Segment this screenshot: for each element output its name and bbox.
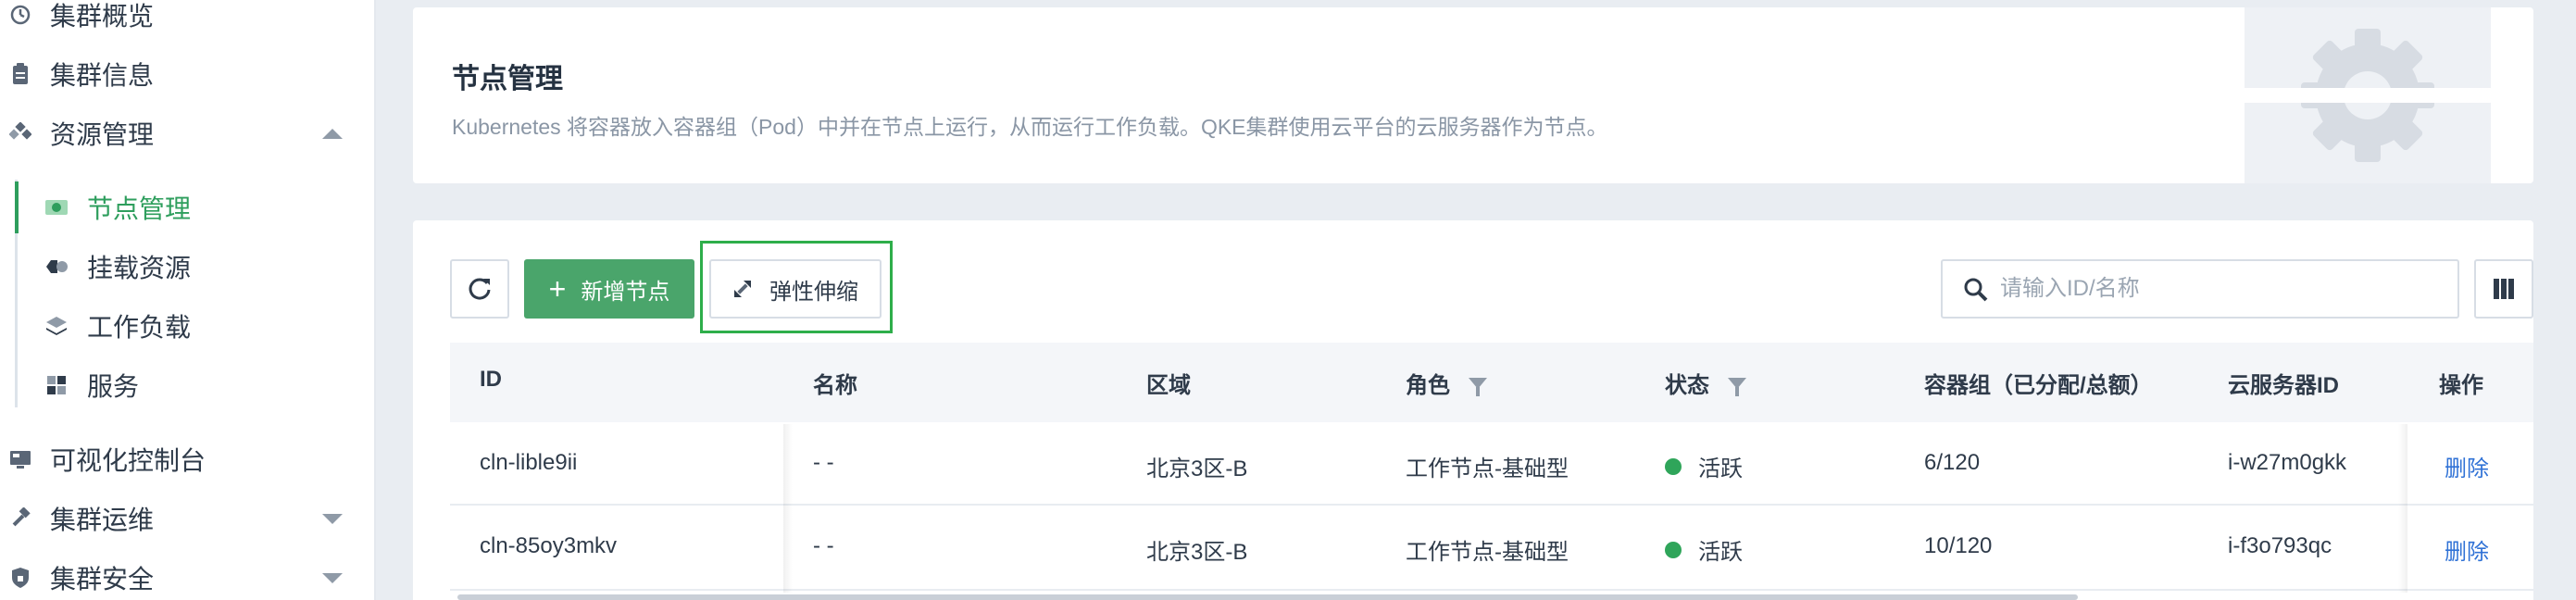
sidebar-item-workloads[interactable]: 工作负载: [0, 298, 374, 354]
sidebar-item-security[interactable]: 集群安全: [0, 550, 374, 600]
column-header-label: 区域: [1146, 373, 1191, 398]
sidebar-item-ops[interactable]: 集群运维: [0, 491, 374, 546]
column-header-label: ID: [480, 367, 502, 392]
columns-icon: [2494, 279, 2514, 299]
sidebar-item-label: 节点管理: [87, 194, 192, 223]
column-header-label: 操作: [2439, 373, 2483, 398]
hammer-icon: [7, 506, 33, 531]
search-input[interactable]: [2000, 270, 2445, 307]
cell-id[interactable]: cln-lible9ii: [480, 450, 577, 476]
cell-instance[interactable]: i-w27m0gkk: [2228, 450, 2346, 476]
sidebar-item-label: 工作负载: [87, 313, 192, 342]
sidebar-item-label: 可视化控制台: [50, 446, 206, 475]
cell-zone: 北京3区-B: [1146, 540, 1248, 565]
column-header-actions: 操作: [2439, 367, 2483, 399]
add-node-button[interactable]: + 新增节点: [524, 259, 694, 319]
sidebar-item-overview[interactable]: 集群概览: [0, 0, 374, 43]
search-icon: [1963, 277, 1989, 307]
sidebar-item-label: 集群运维: [50, 506, 155, 534]
scale-icon: [732, 279, 753, 299]
cell-status: 活跃: [1665, 450, 1743, 482]
refresh-button[interactable]: [450, 259, 509, 319]
shield-icon: [7, 565, 33, 591]
cell-name: - -: [813, 533, 834, 558]
table-header: [450, 343, 2533, 422]
sidebar-item-label: 服务: [87, 372, 140, 401]
page-title: 节点管理: [452, 64, 563, 94]
plus-icon: +: [548, 272, 567, 306]
chevron-up-icon: [322, 128, 343, 139]
layers-icon: [44, 314, 69, 338]
sidebar-item-cluster-info[interactable]: 集群信息: [0, 46, 374, 102]
column-header-label: 角色: [1406, 373, 1450, 398]
cell-pods: 6/120: [1924, 450, 1981, 475]
cell-role: 工作节点-基础型: [1406, 456, 1569, 481]
sidebar-item-label: 集群信息: [50, 61, 155, 90]
status-label: 活跃: [1698, 456, 1743, 481]
header-illustration-divider: [2245, 88, 2491, 103]
column-header-label: 状态: [1665, 373, 1709, 398]
refresh-icon: [469, 278, 491, 300]
sidebar-item-label: 集群概览: [50, 2, 155, 31]
column-header-label: 云服务器ID: [2228, 373, 2339, 398]
column-header-name: 名称: [813, 367, 857, 399]
column-header-label: 容器组（已分配/总额）: [1924, 373, 2153, 398]
clipboard-icon: [7, 61, 33, 87]
chevron-down-icon: [322, 572, 343, 583]
sidebar-item-label: 集群安全: [50, 565, 155, 594]
sidebar-item-volumes[interactable]: 挂载资源: [0, 239, 374, 294]
sidebar-item-services[interactable]: 服务: [0, 357, 374, 413]
volume-icon: [44, 255, 69, 279]
delete-link[interactable]: 删除: [2445, 450, 2489, 482]
status-label: 活跃: [1698, 540, 1743, 565]
page-header-card: [413, 7, 2533, 183]
cell-id[interactable]: cln-85oy3mkv: [480, 533, 617, 559]
sidebar-item-nodes[interactable]: 节点管理: [0, 180, 374, 235]
sidebar-item-resources[interactable]: 资源管理: [0, 106, 374, 161]
dashboard-icon: [7, 2, 33, 28]
resources-icon: [7, 120, 33, 146]
column-header-zone: 区域: [1146, 367, 1191, 399]
chevron-down-icon: [322, 513, 343, 524]
grid-icon: [44, 373, 69, 397]
auto-scaling-label: 弹性伸缩: [769, 279, 858, 305]
delete-link[interactable]: 删除: [2445, 533, 2489, 566]
cell-zone: 北京3区-B: [1146, 456, 1248, 481]
status-dot-icon: [1665, 457, 1682, 475]
auto-scaling-button[interactable]: 弹性伸缩: [709, 259, 882, 319]
monitor-icon: [7, 446, 33, 472]
column-header-id[interactable]: ID: [480, 367, 502, 393]
sidebar-item-label: 挂载资源: [87, 254, 192, 282]
page-description: Kubernetes 将容器放入容器组（Pod）中并在节点上运行，从而运行工作负…: [452, 115, 1608, 139]
status-dot-icon: [1665, 541, 1682, 558]
cell-status: 活跃: [1665, 533, 1743, 566]
add-node-label: 新增节点: [581, 279, 670, 305]
column-settings-button[interactable]: [2474, 259, 2533, 319]
cell-pods: 10/120: [1924, 533, 1993, 558]
cell-name: - -: [813, 450, 834, 475]
filter-icon[interactable]: [1728, 377, 1746, 396]
column-header-status[interactable]: 状态: [1665, 367, 1746, 399]
column-header-pods: 容器组（已分配/总额）: [1924, 367, 2153, 399]
column-header-label: 名称: [813, 373, 857, 398]
column-header-instance: 云服务器ID: [2228, 367, 2339, 399]
sidebar-item-console[interactable]: 可视化控制台: [0, 431, 374, 487]
fixed-column-shadow-right: [2398, 424, 2407, 593]
cell-role: 工作节点-基础型: [1406, 540, 1569, 565]
horizontal-scrollbar[interactable]: [457, 594, 2078, 600]
node-icon: [44, 195, 69, 219]
fixed-column-shadow-left: [783, 424, 793, 593]
filter-icon[interactable]: [1469, 377, 1487, 396]
cell-instance[interactable]: i-f3o793qc: [2228, 533, 2332, 559]
sidebar-item-label: 资源管理: [50, 120, 155, 149]
column-header-role[interactable]: 角色: [1406, 367, 1487, 399]
search-box[interactable]: [1941, 259, 2459, 319]
